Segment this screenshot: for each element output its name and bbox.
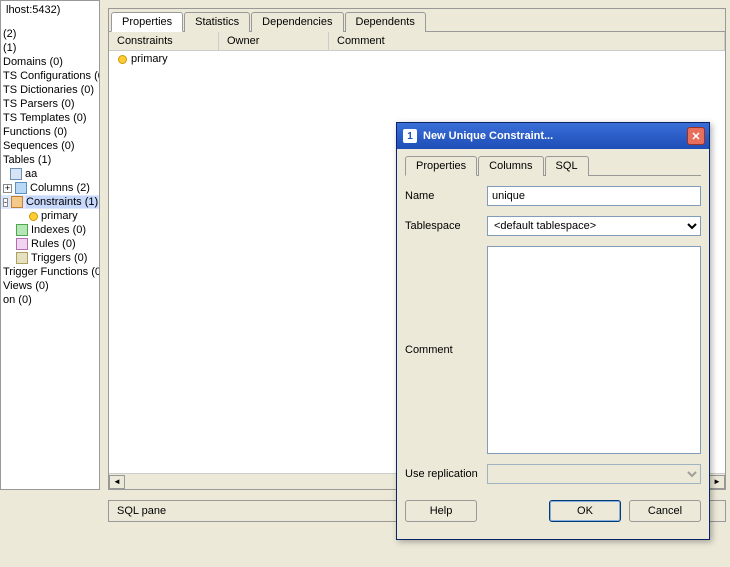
tree-label: lhost:5432) (6, 4, 60, 16)
indexes-icon (16, 224, 28, 236)
tab-dependencies[interactable]: Dependencies (251, 12, 343, 32)
tree-item[interactable]: Views (0) (1, 279, 99, 293)
dialog-buttons: Help OK Cancel (397, 492, 709, 530)
triggers-icon (16, 252, 28, 264)
row-name: Name (405, 186, 701, 206)
row-comment: Comment (405, 246, 701, 454)
table-icon (10, 168, 22, 180)
tree-item-columns[interactable]: + Columns (2) (1, 181, 99, 195)
tree-label: Domains (0) (3, 56, 63, 68)
tab-dependents[interactable]: Dependents (345, 12, 426, 32)
tree-label: TS Dictionaries (0) (3, 84, 94, 96)
tree-label: aa (25, 168, 37, 180)
tree-label: Columns (2) (30, 182, 90, 194)
tree-item[interactable]: (2) (1, 27, 99, 41)
name-input[interactable] (487, 186, 701, 206)
row-use-replication: Use replication (405, 464, 701, 484)
dialog-title: New Unique Constraint... (423, 130, 553, 142)
tree-item[interactable]: (1) (1, 41, 99, 55)
scroll-right-icon[interactable]: ► (709, 475, 725, 489)
help-button[interactable]: Help (405, 500, 477, 522)
comment-textarea[interactable] (487, 246, 701, 454)
tree-label: Sequences (0) (3, 140, 75, 152)
tree-label: Triggers (0) (31, 252, 87, 264)
tree-label: Indexes (0) (31, 224, 86, 236)
close-button[interactable]: ✕ (687, 127, 705, 145)
tree-item[interactable]: Trigger Functions (0) (1, 265, 99, 279)
scroll-left-icon[interactable]: ◄ (109, 475, 125, 489)
label-tablespace: Tablespace (405, 220, 487, 232)
tree-label: Constraints (1) (26, 196, 98, 208)
collapse-icon[interactable]: - (3, 198, 8, 207)
tree-item[interactable]: lhost:5432) (1, 3, 99, 17)
close-icon: ✕ (691, 130, 700, 143)
tablespace-select[interactable]: <default tablespace> (487, 216, 701, 236)
tree-label: TS Configurations (0) (3, 70, 100, 82)
ok-button[interactable]: OK (549, 500, 621, 522)
key-icon (29, 212, 38, 221)
tree-label: TS Parsers (0) (3, 98, 75, 110)
tree-item[interactable]: on (0) (1, 293, 99, 307)
dialog-body: Properties Columns SQL Name Tablespace <… (397, 149, 709, 492)
key-icon (118, 55, 127, 64)
sql-pane-label: SQL pane (117, 505, 166, 517)
columns-icon (15, 182, 27, 194)
tree-label: primary (41, 210, 78, 222)
dialog-tab-sql[interactable]: SQL (545, 156, 589, 176)
tree-item-triggers[interactable]: Triggers (0) (1, 251, 99, 265)
dialog-icon: 1 (403, 129, 417, 143)
dialog-tab-columns[interactable]: Columns (478, 156, 543, 176)
row-tablespace: Tablespace <default tablespace> (405, 216, 701, 236)
rules-icon (16, 238, 28, 250)
tree-label: TS Templates (0) (3, 112, 87, 124)
tree-label: Functions (0) (3, 126, 67, 138)
tree-item-table[interactable]: aa (1, 167, 99, 181)
label-use-replication: Use replication (405, 468, 487, 480)
main-tabs: Properties Statistics Dependencies Depen… (109, 9, 725, 32)
dialog-tab-properties[interactable]: Properties (405, 156, 477, 176)
tree-item[interactable]: TS Dictionaries (0) (1, 83, 99, 97)
use-replication-select (487, 464, 701, 484)
col-comment[interactable]: Comment (329, 32, 725, 50)
tree-label: Views (0) (3, 280, 49, 292)
tree-item-rules[interactable]: Rules (0) (1, 237, 99, 251)
col-constraints[interactable]: Constraints (109, 32, 219, 50)
new-unique-constraint-dialog: 1 New Unique Constraint... ✕ Properties … (396, 122, 710, 540)
tree-item[interactable]: Sequences (0) (1, 139, 99, 153)
tree-label: Tables (1) (3, 154, 51, 166)
cell-constraint-name: primary (131, 53, 168, 65)
tree-label: Rules (0) (31, 238, 76, 250)
object-tree[interactable]: lhost:5432) (2) (1) Domains (0) TS Confi… (0, 0, 100, 490)
tree-label: Trigger Functions (0) (3, 266, 100, 278)
cancel-button[interactable]: Cancel (629, 500, 701, 522)
dialog-titlebar[interactable]: 1 New Unique Constraint... ✕ (397, 123, 709, 149)
label-comment: Comment (405, 344, 487, 356)
tree-item[interactable]: Functions (0) (1, 125, 99, 139)
expand-icon[interactable]: + (3, 184, 12, 193)
tree-label: (2) (3, 28, 16, 40)
grid-header: Constraints Owner Comment (109, 32, 725, 51)
tree-label: on (0) (3, 294, 32, 306)
tree-item-constraints[interactable]: - Constraints (1) (1, 195, 99, 209)
constraints-icon (11, 196, 23, 208)
tree-item[interactable]: TS Templates (0) (1, 111, 99, 125)
tree-item[interactable]: Domains (0) (1, 55, 99, 69)
tab-properties[interactable]: Properties (111, 12, 183, 32)
tree-item[interactable]: TS Parsers (0) (1, 97, 99, 111)
tab-statistics[interactable]: Statistics (184, 12, 250, 32)
tree-label: (1) (3, 42, 16, 54)
grid-row[interactable]: primary (109, 51, 725, 67)
tree-item[interactable]: Tables (1) (1, 153, 99, 167)
tree-item[interactable]: TS Configurations (0) (1, 69, 99, 83)
col-owner[interactable]: Owner (219, 32, 329, 50)
label-name: Name (405, 190, 487, 202)
tree-item-indexes[interactable]: Indexes (0) (1, 223, 99, 237)
tree-item-primary[interactable]: primary (1, 209, 99, 223)
dialog-tabs: Properties Columns SQL (405, 155, 701, 176)
